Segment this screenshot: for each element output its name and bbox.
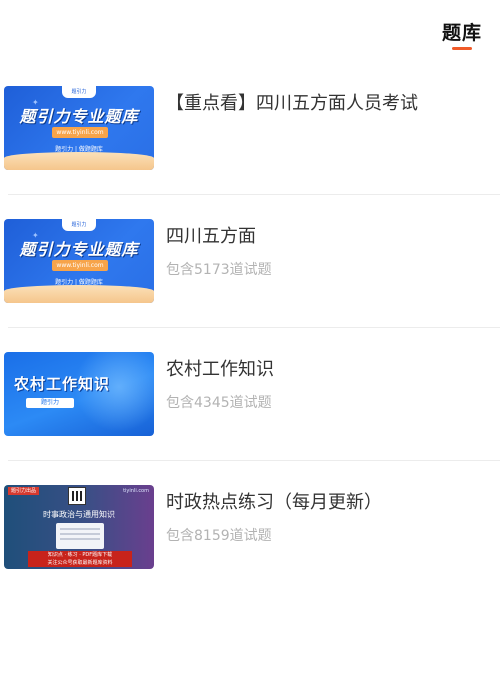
thumbnail-slogan: 题引力专业题库 xyxy=(19,107,139,126)
banner-line-2: 关注公众号获取最新题库资料 xyxy=(47,560,113,566)
thumbnail-url: www.tiyinli.com xyxy=(52,260,108,271)
item-question-count: 包含5173道试题 xyxy=(166,262,272,278)
question-bank-list: 题引力 ✦ 题引力专业题库 www.tiyinli.com 题引力 | 做题题库… xyxy=(0,62,500,594)
item-question-count: 包含8159道试题 xyxy=(166,528,272,544)
thumbnail-site: tiyinli.com xyxy=(123,488,149,494)
brand-logo: 题引力 xyxy=(62,86,96,98)
list-item[interactable]: 农村工作知识 题引力 农村工作知识 包含4345道试题 xyxy=(0,328,500,461)
thumbnail-slogan: 题引力专业题库 xyxy=(19,240,139,259)
item-thumbnail: 题引力出品 tiyinli.com 时事政治与通用知识 知识点 · 练习 · P… xyxy=(4,485,154,569)
item-thumbnail: 题引力 ✦ 题引力专业题库 www.tiyinli.com 题引力 | 做题题库 xyxy=(4,219,154,303)
thumbnail-banner: 知识点 · 练习 · PDF题库下载 关注公众号获取最新题库资料 xyxy=(28,551,132,567)
item-thumbnail: 题引力 ✦ 题引力专业题库 www.tiyinli.com 题引力 | 做题题库 xyxy=(4,86,154,170)
list-item[interactable]: 题引力 ✦ 题引力专业题库 www.tiyinli.com 题引力 | 做题题库… xyxy=(0,62,500,195)
thumbnail-headline: 时事政治与通用知识 xyxy=(43,510,115,519)
qr-code-icon xyxy=(68,487,86,505)
top-tab-bar: 题库 xyxy=(0,0,500,62)
thumbnail-url: www.tiyinli.com xyxy=(52,127,108,138)
item-question-count: 包含4345道试题 xyxy=(166,395,272,411)
thumbnail-wave xyxy=(4,152,154,170)
thumbnail-wave xyxy=(4,285,154,303)
item-title: 【重点看】四川五方面人员考试 xyxy=(166,93,418,114)
banner-line-1: 知识点 · 练习 · PDF题库下载 xyxy=(47,552,113,558)
tab-question-bank[interactable]: 题库 xyxy=(442,18,482,45)
active-tab-indicator xyxy=(452,47,472,50)
thumbnail-card xyxy=(56,523,104,549)
thumbnail-badge: 题引力出品 xyxy=(8,487,40,495)
brand-logo: 题引力 xyxy=(62,219,96,231)
item-thumbnail: 农村工作知识 题引力 xyxy=(4,352,154,436)
thumbnail-heading: 农村工作知识 xyxy=(14,375,111,393)
item-title: 农村工作知识 xyxy=(166,359,274,380)
list-item[interactable]: 题引力 ✦ 题引力专业题库 www.tiyinli.com 题引力 | 做题题库… xyxy=(0,195,500,328)
item-title: 时政热点练习（每月更新） xyxy=(166,492,382,513)
thumbnail-chip: 题引力 xyxy=(26,398,74,408)
item-title: 四川五方面 xyxy=(166,226,256,247)
list-item[interactable]: 题引力出品 tiyinli.com 时事政治与通用知识 知识点 · 练习 · P… xyxy=(0,461,500,594)
